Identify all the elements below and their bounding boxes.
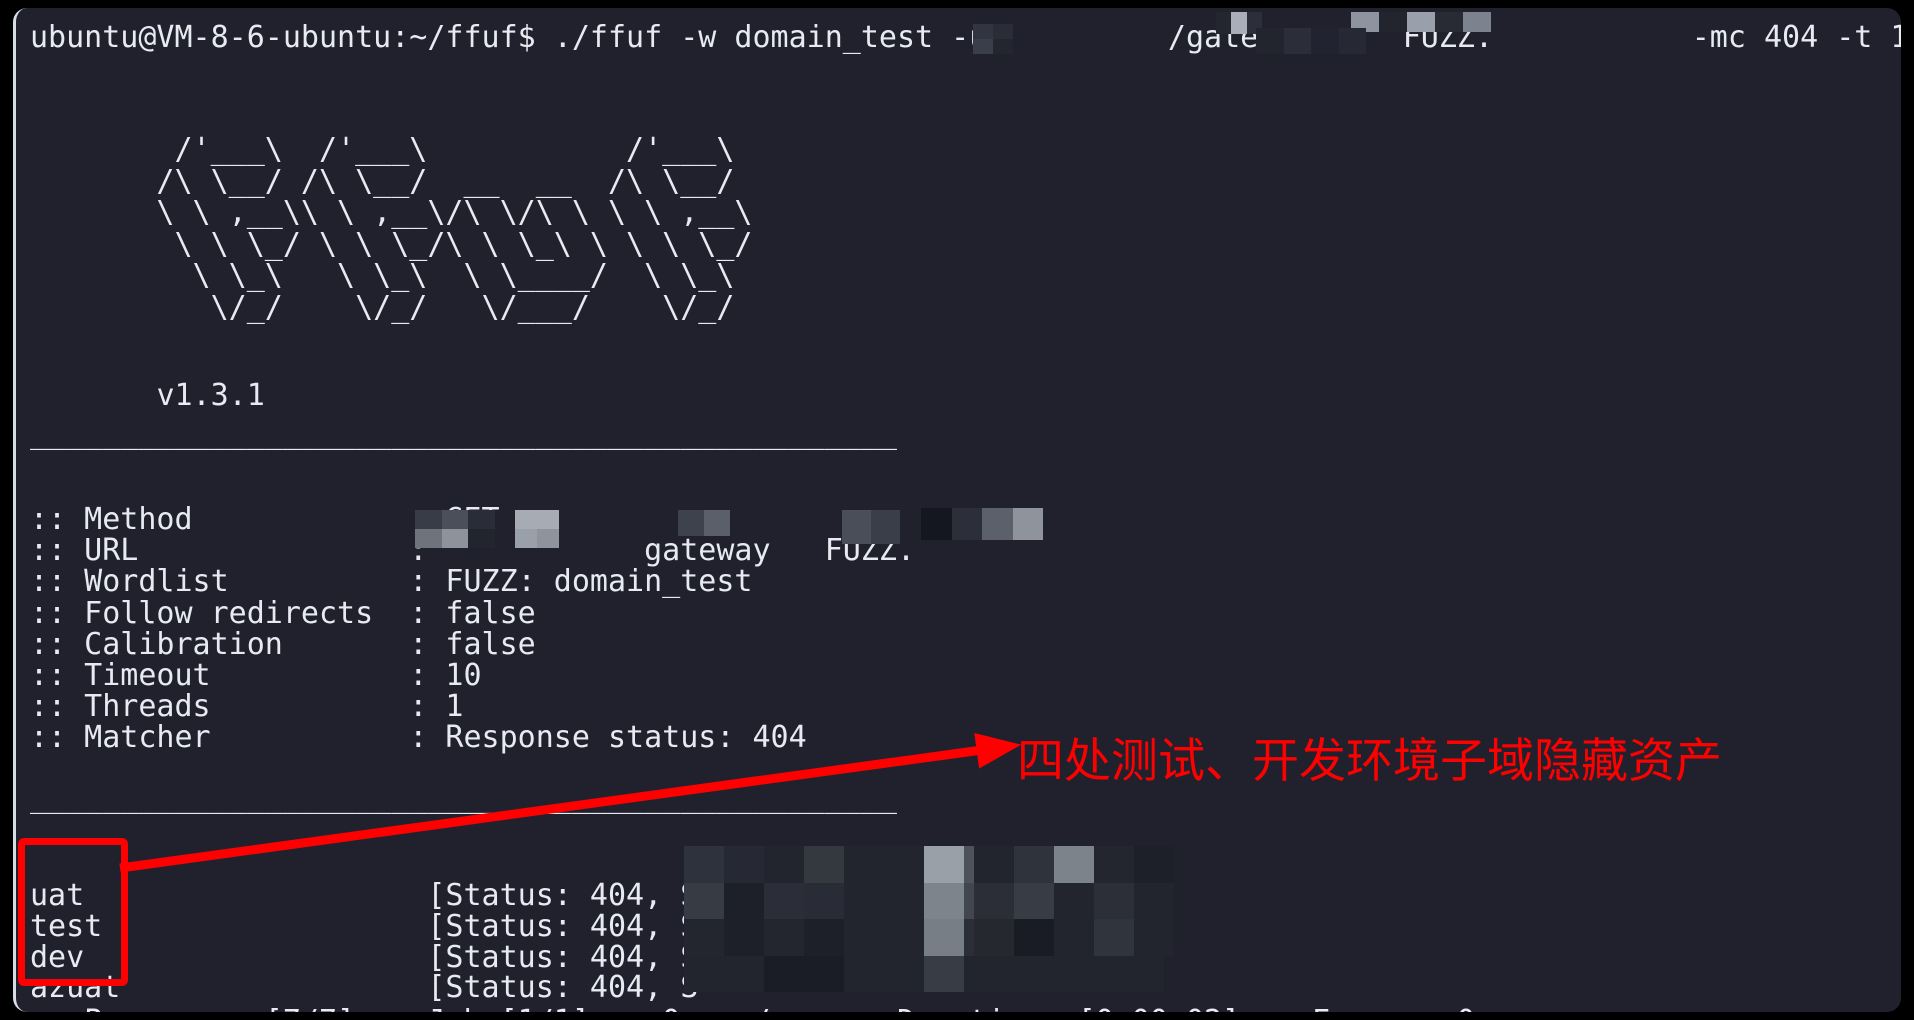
- redaction-mosaic-url-e: [921, 508, 1043, 540]
- terminal-body[interactable]: ubuntu@VM-8-6-ubuntu:~/ffuf$ ./ffuf -w d…: [16, 8, 1901, 1012]
- prompt-user-host-path: ubuntu@VM-8-6-ubuntu:~/ffuf$: [30, 20, 536, 55]
- prompt-command-part2: -mc 404 -t 1: [1691, 20, 1901, 55]
- prompt-gap-2: [1312, 20, 1402, 55]
- prompt-command-part1: ./ffuf -w domain_test -u: [553, 20, 988, 55]
- terminal-window[interactable]: ubuntu@VM-8-6-ubuntu:~/ffuf$ ./ffuf -w d…: [13, 8, 1901, 1012]
- ffuf-config-block: :: Method : GET :: URL : gateway FUZZ. :…: [30, 502, 916, 756]
- prompt-spacer: [536, 20, 554, 55]
- ffuf-ascii-logo: /'___\ /'___\ /'___\ /\ \__/ /\ \__/ __ …: [156, 132, 753, 325]
- prompt-url-segment-fuzz: FUZZ.: [1402, 20, 1494, 55]
- prompt-gap-1: [987, 20, 1168, 55]
- prompt-url-segment-gateway: /gateway: [1167, 20, 1313, 55]
- ffuf-results-block: uat [Status: 404, S test [Status: 404, S…: [30, 878, 699, 1006]
- separator-rule-bottom: ________________________________________…: [30, 780, 897, 815]
- redaction-mosaic-results-right: [974, 846, 1174, 956]
- redaction-mosaic-results: [684, 846, 1164, 992]
- ffuf-version: v1.3.1: [30, 378, 265, 413]
- terminal-prompt-line: ubuntu@VM-8-6-ubuntu:~/ffuf$ ./ffuf -w d…: [30, 21, 1901, 55]
- ffuf-progress-line: :: Progress: [7/7] :: Job [1/1] :: 0 req…: [30, 1005, 1529, 1013]
- version-text: v1.3.1: [156, 378, 265, 413]
- prompt-gap-3: [1493, 20, 1692, 55]
- screenshot-root: ubuntu@VM-8-6-ubuntu:~/ffuf$ ./ffuf -w d…: [0, 0, 1914, 1020]
- version-indent: [30, 378, 156, 413]
- separator-rule-top: ________________________________________…: [30, 416, 897, 451]
